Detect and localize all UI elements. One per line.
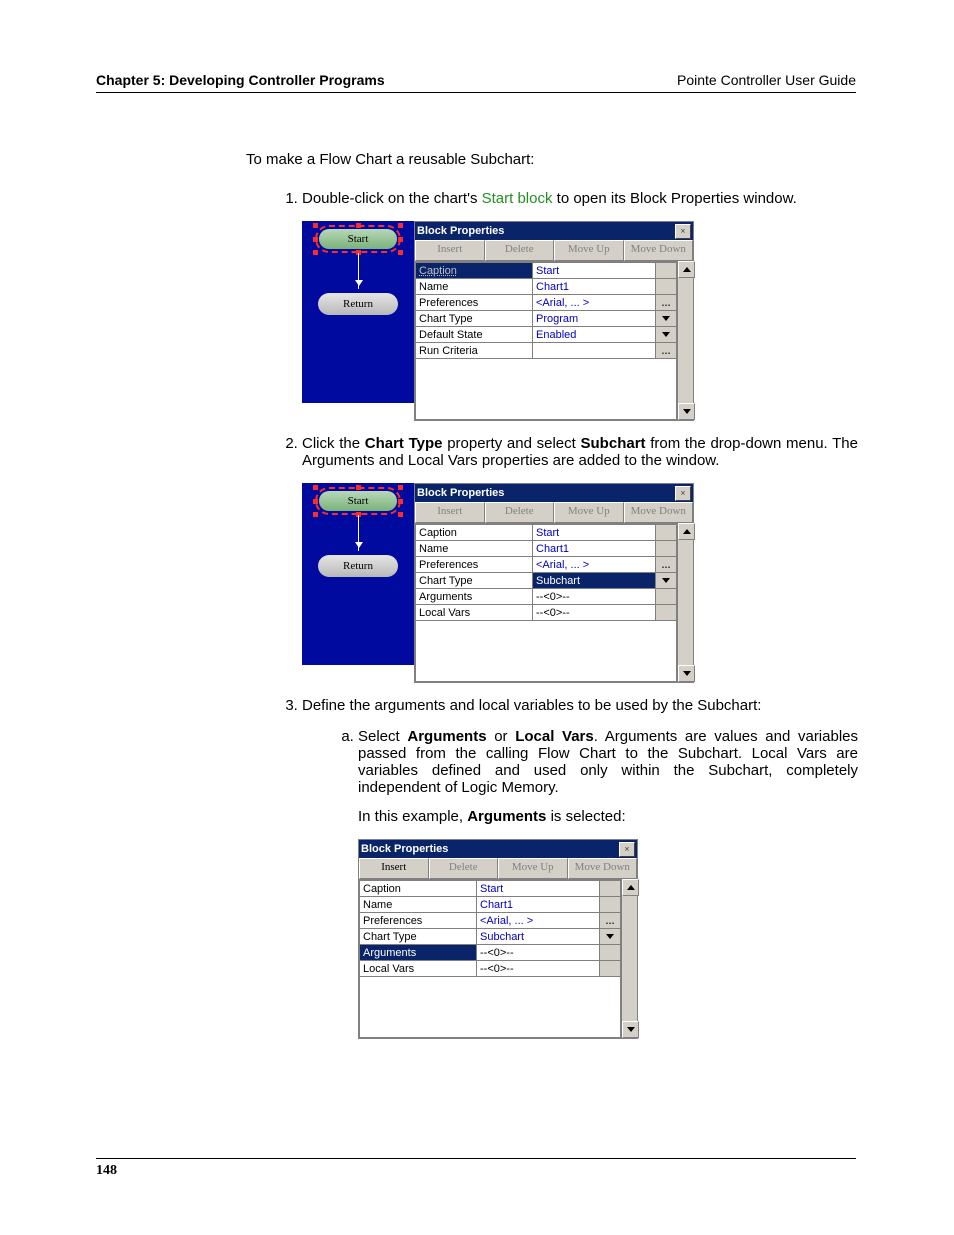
row-caption[interactable]: Caption bbox=[416, 263, 533, 279]
insert-button[interactable]: Insert bbox=[415, 240, 485, 261]
row-default-state[interactable]: Default State bbox=[416, 327, 533, 343]
movedown-button[interactable]: Move Down bbox=[568, 858, 638, 879]
figure-1: Start Return Block Properties × Insert bbox=[302, 221, 858, 421]
flowchart-pane: Start Return bbox=[302, 221, 414, 403]
scroll-up-icon[interactable] bbox=[622, 879, 639, 896]
insert-button[interactable]: Insert bbox=[359, 858, 429, 879]
movedown-button[interactable]: Move Down bbox=[624, 240, 694, 261]
row-arguments[interactable]: Arguments bbox=[416, 589, 533, 605]
flow-arrow bbox=[358, 253, 359, 289]
return-block[interactable]: Return bbox=[318, 555, 398, 577]
scrollbar[interactable] bbox=[677, 261, 693, 420]
movedown-button[interactable]: Move Down bbox=[624, 502, 694, 523]
close-icon[interactable]: × bbox=[675, 224, 691, 239]
panel-title: Block Properties bbox=[417, 487, 504, 499]
step-2: Click the Chart Type property and select… bbox=[302, 435, 858, 683]
figure-3: Block Properties × Insert Delete Move Up… bbox=[358, 839, 858, 1039]
scroll-up-icon[interactable] bbox=[678, 523, 695, 540]
close-icon[interactable]: × bbox=[675, 486, 691, 501]
property-grid[interactable]: CaptionStart NameChart1 Preferences<Aria… bbox=[415, 261, 677, 359]
row-chart-type[interactable]: Chart Type bbox=[416, 311, 533, 327]
row-caption[interactable]: Caption bbox=[416, 525, 533, 541]
row-local-vars[interactable]: Local Vars bbox=[360, 961, 477, 977]
ellipsis-button[interactable] bbox=[656, 295, 677, 311]
scrollbar[interactable] bbox=[677, 523, 693, 682]
close-icon[interactable]: × bbox=[619, 842, 635, 857]
row-name[interactable]: Name bbox=[360, 897, 477, 913]
dropdown-icon[interactable] bbox=[600, 929, 621, 945]
page-footer: 148 bbox=[96, 1158, 856, 1179]
scroll-down-icon[interactable] bbox=[622, 1021, 639, 1038]
return-block[interactable]: Return bbox=[318, 293, 398, 315]
flow-arrow bbox=[358, 515, 359, 551]
row-chart-type[interactable]: Chart Type bbox=[360, 929, 477, 945]
dropdown-icon[interactable] bbox=[656, 327, 677, 343]
page-number: 148 bbox=[96, 1163, 117, 1178]
row-name[interactable]: Name bbox=[416, 279, 533, 295]
row-arguments[interactable]: Arguments bbox=[360, 945, 477, 961]
dropdown-icon[interactable] bbox=[656, 311, 677, 327]
property-grid[interactable]: CaptionStart NameChart1 Preferences<Aria… bbox=[415, 523, 677, 621]
step-3: Define the arguments and local variables… bbox=[302, 697, 858, 1039]
flowchart-pane: Start Return bbox=[302, 483, 414, 665]
block-properties-panel: Block Properties × Insert Delete Move Up… bbox=[414, 483, 694, 683]
scrollbar[interactable] bbox=[621, 879, 637, 1038]
content: To make a Flow Chart a reusable Subchart… bbox=[246, 151, 858, 1039]
ellipsis-button[interactable] bbox=[600, 913, 621, 929]
dropdown-icon[interactable] bbox=[656, 573, 677, 589]
row-preferences[interactable]: Preferences bbox=[360, 913, 477, 929]
step-1: Double-click on the chart's Start block … bbox=[302, 190, 858, 421]
property-grid[interactable]: CaptionStart NameChart1 Preferences<Aria… bbox=[359, 879, 621, 977]
scroll-down-icon[interactable] bbox=[678, 665, 695, 682]
block-properties-panel: Block Properties × Insert Delete Move Up… bbox=[358, 839, 638, 1039]
block-properties-panel: Block Properties × Insert Delete Move Up… bbox=[414, 221, 694, 421]
page-header: Chapter 5: Developing Controller Program… bbox=[96, 72, 856, 93]
step-3a-lead: In this example, Arguments is selected: bbox=[358, 808, 858, 825]
start-block[interactable]: Start bbox=[319, 229, 397, 249]
figure-2: Start Return Block Properties × Insert bbox=[302, 483, 858, 683]
start-block[interactable]: Start bbox=[319, 491, 397, 511]
scroll-up-icon[interactable] bbox=[678, 261, 695, 278]
moveup-button[interactable]: Move Up bbox=[498, 858, 568, 879]
panel-titlebar[interactable]: Block Properties × bbox=[359, 840, 637, 858]
delete-button[interactable]: Delete bbox=[485, 240, 555, 261]
ellipsis-button[interactable] bbox=[656, 557, 677, 573]
delete-button[interactable]: Delete bbox=[429, 858, 499, 879]
panel-title: Block Properties bbox=[361, 843, 448, 855]
header-guide: Pointe Controller User Guide bbox=[677, 72, 856, 88]
panel-titlebar[interactable]: Block Properties × bbox=[415, 484, 693, 502]
panel-title: Block Properties bbox=[417, 225, 504, 237]
intro-text: To make a Flow Chart a reusable Subchart… bbox=[246, 151, 858, 168]
row-local-vars[interactable]: Local Vars bbox=[416, 605, 533, 621]
panel-titlebar[interactable]: Block Properties × bbox=[415, 222, 693, 240]
moveup-button[interactable]: Move Up bbox=[554, 502, 624, 523]
delete-button[interactable]: Delete bbox=[485, 502, 555, 523]
header-chapter: Chapter 5: Developing Controller Program… bbox=[96, 72, 385, 88]
row-preferences[interactable]: Preferences bbox=[416, 557, 533, 573]
row-run-criteria[interactable]: Run Criteria bbox=[416, 343, 533, 359]
row-chart-type[interactable]: Chart Type bbox=[416, 573, 533, 589]
row-preferences[interactable]: Preferences bbox=[416, 295, 533, 311]
ellipsis-button[interactable] bbox=[656, 343, 677, 359]
step-3a: Select Arguments or Local Vars. Argument… bbox=[358, 728, 858, 1039]
scroll-down-icon[interactable] bbox=[678, 403, 695, 420]
row-caption[interactable]: Caption bbox=[360, 881, 477, 897]
insert-button[interactable]: Insert bbox=[415, 502, 485, 523]
row-name[interactable]: Name bbox=[416, 541, 533, 557]
start-block-link[interactable]: Start block bbox=[482, 190, 553, 207]
moveup-button[interactable]: Move Up bbox=[554, 240, 624, 261]
